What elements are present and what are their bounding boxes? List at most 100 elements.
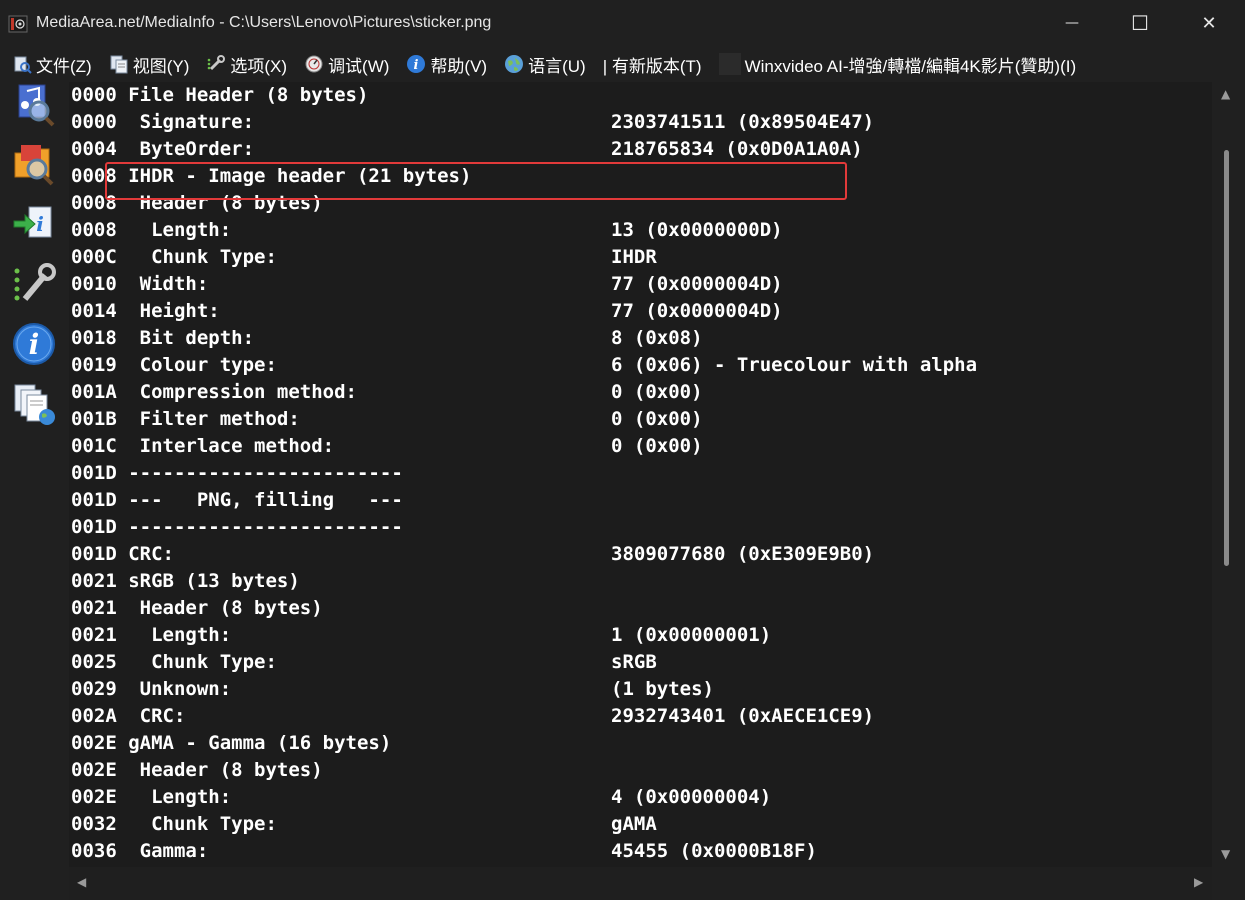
close-icon: ✕ (1201, 12, 1217, 34)
line-value: gAMA (611, 813, 657, 835)
sponsor-icon (718, 53, 741, 75)
line-offset: 0021 (71, 570, 117, 592)
line-label: Length: (128, 219, 232, 241)
line-value: 218765834 (0x0D0A1A0A) (611, 138, 863, 160)
report-line: 0029 Unknown: (1 bytes) (71, 676, 714, 703)
line-label: Chunk Type: (128, 246, 277, 268)
line-label: Header (8 bytes) (128, 597, 323, 619)
minimize-icon: — (1065, 15, 1079, 31)
line-offset: 0008 (71, 219, 117, 241)
report-line: 0000 Signature: 2303741511 (0x89504E47) (71, 109, 874, 136)
line-label: Unknown: (128, 678, 232, 700)
export-info-icon: i (11, 201, 57, 251)
line-offset: 0018 (71, 327, 117, 349)
report-line: 0025 Chunk Type: sRGB (71, 649, 657, 676)
report-line: 001D --- PNG, filling --- (71, 487, 403, 514)
line-label: Width: (128, 273, 209, 295)
line-offset: 0019 (71, 354, 117, 376)
line-value: IHDR (611, 246, 657, 268)
line-offset: 0014 (71, 300, 117, 322)
preferences-tools-icon (11, 261, 57, 311)
line-label: Length: (128, 624, 232, 646)
menu-language[interactable]: 语言(U) (500, 50, 590, 78)
menu-debug[interactable]: 调试(W) (300, 50, 393, 78)
minimize-button[interactable]: — (1049, 0, 1095, 46)
export-button[interactable]: i (10, 202, 58, 250)
report-line: 001D ------------------------ (71, 460, 403, 487)
report-line: 001A Compression method: 0 (0x00) (71, 379, 703, 406)
report-line: 0018 Bit depth: 8 (0x08) (71, 325, 703, 352)
line-value: 4 (0x00000004) (611, 786, 772, 808)
report-line: 0032 Chunk Type: gAMA (71, 811, 657, 838)
scroll-down-arrow-icon[interactable]: ▼ (1221, 847, 1230, 861)
line-value: 0 (0x00) (611, 381, 703, 403)
window-title: MediaArea.net/MediaInfo - C:\Users\Lenov… (36, 14, 492, 31)
vertical-scroll-thumb[interactable] (1224, 150, 1229, 566)
svg-text:i: i (36, 212, 44, 236)
web-files-icon (11, 381, 57, 431)
line-offset: 001B (71, 408, 117, 430)
line-label: --- PNG, filling --- (128, 489, 403, 511)
highlight-annotation (105, 162, 847, 200)
report-line: 0010 Width: 77 (0x0000004D) (71, 271, 783, 298)
line-value: 1 (0x00000001) (611, 624, 772, 646)
report-line: 0000 File Header (8 bytes) (71, 82, 368, 109)
menu-new-version[interactable]: | 有新版本(T) (599, 50, 706, 78)
line-label: File Header (8 bytes) (128, 84, 369, 106)
line-label: Header (8 bytes) (128, 759, 323, 781)
about-button[interactable]: i (10, 322, 58, 370)
line-value: 3809077680 (0xE309E9B0) (611, 543, 875, 565)
report-line: 002E Length: 4 (0x00000004) (71, 784, 771, 811)
menu-help[interactable]: i 帮助(V) (402, 50, 491, 78)
maximize-icon: ☐ (1131, 11, 1149, 35)
open-folder-button[interactable] (10, 142, 58, 190)
line-label: Signature: (128, 111, 255, 133)
preferences-button[interactable] (10, 262, 58, 310)
line-label: Colour type: (128, 354, 277, 376)
menu-options[interactable]: 选项(X) (202, 50, 291, 78)
line-offset: 0036 (71, 840, 117, 862)
scroll-right-arrow-icon[interactable]: ▶ (1194, 875, 1203, 889)
line-offset: 002A (71, 705, 117, 727)
line-offset: 0000 (71, 111, 117, 133)
line-offset: 001D (71, 543, 117, 565)
line-offset: 002E (71, 732, 117, 754)
horizontal-scrollbar[interactable]: ◀ ▶ (69, 867, 1212, 900)
open-file-button[interactable] (10, 82, 58, 130)
vertical-scrollbar[interactable]: ▲ ▼ (1212, 82, 1245, 867)
mediainfo-app-icon (8, 14, 28, 34)
menu-view[interactable]: 视图(Y) (105, 50, 194, 78)
title-bar[interactable]: MediaArea.net/MediaInfo - C:\Users\Lenov… (0, 0, 1245, 48)
scroll-up-arrow-icon[interactable]: ▲ (1221, 87, 1230, 101)
help-info-icon: i (406, 54, 426, 74)
menu-sponsor-label: Winxvideo AI-增強/轉檔/編輯4K影片(贊助)(I) (744, 56, 1077, 76)
maximize-button[interactable]: ☐ (1117, 0, 1163, 46)
line-value: 77 (0x0000004D) (611, 300, 783, 322)
menu-sponsor[interactable]: Winxvideo AI-增強/轉檔/編輯4K影片(贊助)(I) (715, 50, 1081, 78)
line-offset: 002E (71, 759, 117, 781)
report-line: 0019 Colour type: 6 (0x06) - Truecolour w… (71, 352, 977, 379)
report-line: 001B Filter method: 0 (0x00) (71, 406, 703, 433)
menu-new-version-label: | 有新版本(T) (602, 56, 702, 76)
menu-file[interactable]: 文件(Z) (8, 50, 96, 78)
close-button[interactable]: ✕ (1186, 0, 1232, 46)
report-line: 0021 Header (8 bytes) (71, 595, 323, 622)
line-offset: 0021 (71, 597, 117, 619)
folder-search-icon (11, 141, 57, 191)
line-label: ------------------------ (128, 462, 403, 484)
line-label: Gamma: (128, 840, 209, 862)
menu-language-label: 语言(U) (528, 56, 586, 76)
line-offset: 0029 (71, 678, 117, 700)
report-line: 0036 Gamma: 45455 (0x0000B18F) (71, 838, 817, 865)
line-value: 8 (0x08) (611, 327, 703, 349)
view-icon (109, 54, 129, 74)
svg-text:i: i (414, 58, 419, 73)
menu-help-label: 帮助(V) (430, 56, 488, 76)
menu-bar: 文件(Z) 视图(Y) 选项(X) 调试(W) i 帮助(V) 语言(U) | … (0, 48, 1245, 80)
report-line: 0021 sRGB (13 bytes) (71, 568, 300, 595)
left-toolbar: i i (0, 82, 68, 900)
knowledge-base-button[interactable] (10, 382, 58, 430)
line-label: sRGB (13 bytes) (128, 570, 300, 592)
scroll-left-arrow-icon[interactable]: ◀ (77, 875, 86, 889)
line-value: 2303741511 (0x89504E47) (611, 111, 875, 133)
